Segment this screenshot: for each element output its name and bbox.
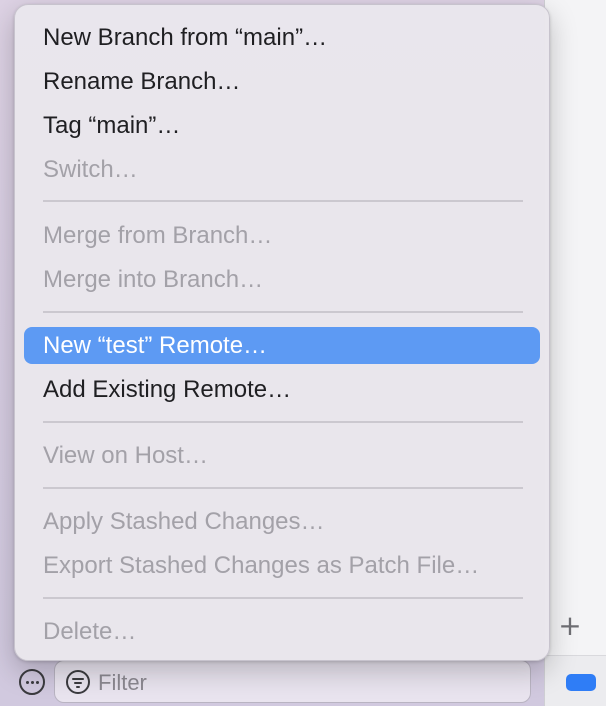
menu-item-export-stashed-changes: Export Stashed Changes as Patch File… [43, 552, 480, 579]
content-pane-background [545, 0, 606, 706]
filter-circle-icon [66, 670, 90, 694]
menu-item-add-existing-remote[interactable]: Add Existing Remote… [24, 371, 540, 408]
menu-separator [43, 487, 523, 489]
menu-item-view-on-host: View on Host… [43, 442, 208, 469]
menu-item-tag[interactable]: Tag “main”… [24, 107, 540, 144]
more-ellipsis-circle-icon [31, 681, 34, 684]
menu-item-new-branch[interactable]: New Branch from “main”… [24, 19, 540, 56]
menu-item-switch: Switch… [43, 156, 138, 183]
menu-item-rename-branch[interactable]: Rename Branch… [24, 63, 540, 100]
menu-item-new-remote[interactable]: New “test” Remote… [24, 327, 540, 364]
menu-separator [43, 311, 523, 313]
context-menu: New Branch from “main”… Rename Branch… T… [14, 4, 550, 661]
more-ellipsis-circle-icon [36, 681, 39, 684]
more-options-button[interactable] [19, 669, 45, 695]
menu-item-delete: Delete… [43, 618, 137, 645]
add-button[interactable]: + [556, 612, 584, 640]
menu-item-merge-into-branch: Merge into Branch… [43, 266, 264, 293]
more-ellipsis-circle-icon [26, 681, 29, 684]
menu-separator [43, 421, 523, 423]
blue-tag-icon [566, 674, 596, 691]
filter-placeholder: Filter [98, 670, 147, 695]
menu-separator [43, 200, 523, 202]
menu-item-merge-from-branch: Merge from Branch… [43, 222, 273, 249]
filter-field[interactable]: Filter [54, 660, 531, 703]
plus-icon: + [558, 609, 582, 642]
menu-separator [43, 597, 523, 599]
menu-item-apply-stashed-changes: Apply Stashed Changes… [43, 508, 325, 535]
